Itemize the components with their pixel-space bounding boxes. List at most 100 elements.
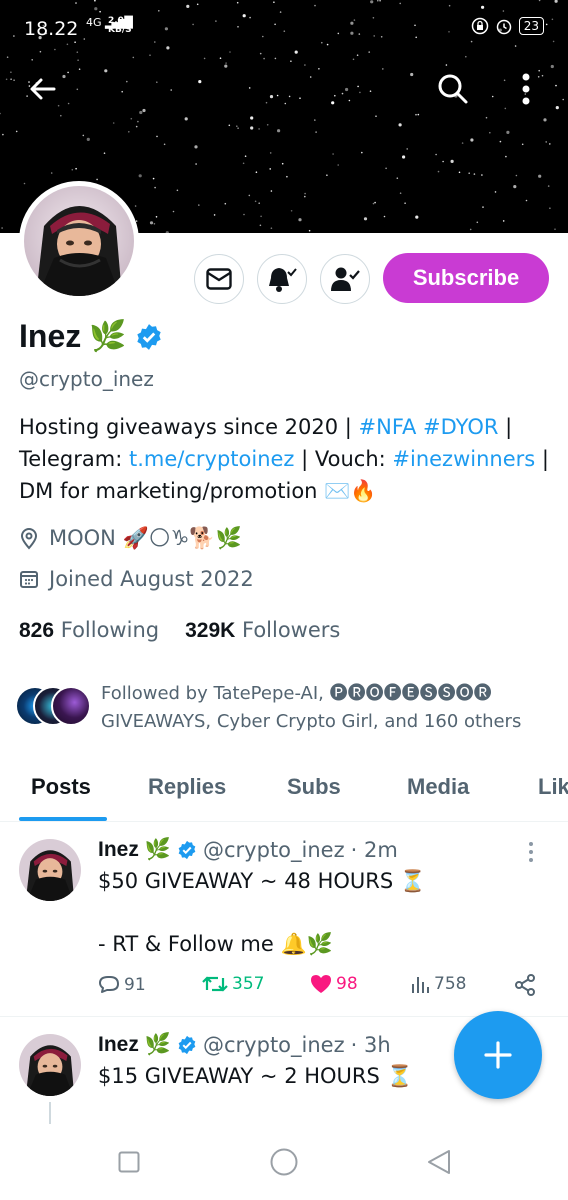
star-dot [78,68,81,70]
speed-unit: KB/S [108,25,132,35]
followers-count: 329K [185,619,236,642]
star-dot [361,151,363,154]
hashtag-link[interactable]: #DYOR [423,415,498,439]
herb-emoji: 🌿 [144,837,171,861]
post-author-name[interactable]: Inez [98,1033,139,1057]
repost-button[interactable]: 357 [202,974,264,994]
star-dot [155,216,158,218]
bio-text: | Vouch: [294,447,393,471]
subscribe-button[interactable]: Subscribe [383,253,549,303]
speed-indicator: 2.00 KB/S [108,17,132,35]
share-button[interactable] [514,974,536,996]
star-dot [121,90,123,93]
star-dot [281,162,284,165]
message-button[interactable] [194,254,244,304]
star-dot [468,172,471,174]
avatar-illustration [19,1034,81,1096]
tab-likes[interactable]: Lik [538,774,568,800]
views-button[interactable]: 758 [410,974,466,994]
star-dot [470,138,474,142]
post[interactable]: Inez 🌿 @crypto_inez · 2m $50 GIVEAWAY ~ … [0,823,568,1017]
star-dot [525,199,528,202]
star-dot [547,185,550,187]
tab-media[interactable]: Media [407,774,469,800]
search-button[interactable] [430,66,476,112]
star-dot [299,97,301,99]
star-dot [314,119,316,121]
post-menu-button[interactable] [527,841,535,867]
star-dot [481,174,483,176]
display-name: Inez [19,318,82,354]
star-dot [369,90,372,92]
star-dot [248,87,251,89]
star-dot [482,206,484,208]
profile-bio: Hosting giveaways since 2020 | #NFA #DYO… [19,411,559,507]
home-button[interactable] [270,1148,298,1180]
star-dot [396,177,399,179]
followers-count-link[interactable]: 329K Followers [185,618,340,643]
post-avatar[interactable] [19,839,81,901]
recent-apps-button[interactable] [118,1151,140,1177]
back-button[interactable] [20,66,66,112]
star-dot [476,221,479,224]
post-timestamp: · 2m [350,837,398,862]
notifications-button[interactable] [257,254,307,304]
plus-icon [484,1041,512,1069]
star-dot [352,58,355,61]
star-dot [10,78,12,80]
compose-post-button[interactable] [454,1011,542,1099]
post-actions: 91 357 98 758 [98,974,548,1004]
post-author-name[interactable]: Inez [98,838,139,862]
profile-avatar[interactable] [19,181,139,301]
reply-button[interactable]: 91 [98,974,146,996]
tab-replies[interactable]: Replies [148,774,226,800]
hashtag-link[interactable]: #inezwinners [392,447,535,471]
profile-tabs: Posts Replies Subs Media Lik [0,760,568,822]
star-dot [385,167,387,170]
square-icon [118,1151,140,1173]
tab-subs[interactable]: Subs [287,774,341,800]
verified-badge-icon[interactable] [135,323,163,351]
star-dot [554,228,556,230]
star-dot [383,215,386,218]
star-dot [259,224,262,227]
star-dot [304,64,306,66]
star-dot [374,201,376,204]
more-vertical-icon [522,73,530,105]
star-dot [250,116,254,120]
like-button[interactable]: 98 [310,974,358,994]
followed-by-text: Followed by TatePepe-AI, 🅟🅡🅞🅕🅔🅢🅢🅞🅡 GIVEA… [101,683,522,732]
back-nav-button[interactable] [427,1149,451,1179]
follower-avatar [51,686,91,726]
post-avatar[interactable] [19,1034,81,1096]
more-options-button[interactable] [503,66,549,112]
star-dot [334,94,336,97]
post-author-handle: @crypto_inez [203,1032,345,1057]
location-pin-icon [20,527,38,550]
triangle-back-icon [428,1150,450,1174]
star-dot [555,84,557,87]
star-dot [435,153,437,156]
tab-posts[interactable]: Posts [31,774,91,800]
star-dot [402,155,406,159]
star-dot [345,87,349,92]
star-dot [165,231,169,233]
follow-counts: 826 Following 329K Followers [19,618,340,643]
star-dot [243,213,245,216]
following-button[interactable] [320,254,370,304]
star-dot [415,215,419,219]
star-dot [375,115,377,117]
hashtag-link[interactable]: #NFA [359,415,417,439]
star-dot [315,131,317,133]
thread-line [49,1102,51,1124]
star-dot [86,137,90,141]
followed-by-section[interactable]: Followed by TatePepe-AI, 🅟🅡🅞🅕🅔🅢🅢🅞🅡 GIVEA… [15,680,560,736]
active-tab-indicator [19,817,107,821]
following-count: 826 [19,619,55,642]
star-dot [13,79,15,81]
following-count-link[interactable]: 826 Following [19,618,159,643]
star-dot [357,85,359,88]
telegram-link[interactable]: t.me/cryptoinez [129,447,294,471]
post-text-line: $15 GIVEAWAY ~ 2 HOURS ⏳ [98,1064,413,1088]
star-dot [132,56,135,59]
